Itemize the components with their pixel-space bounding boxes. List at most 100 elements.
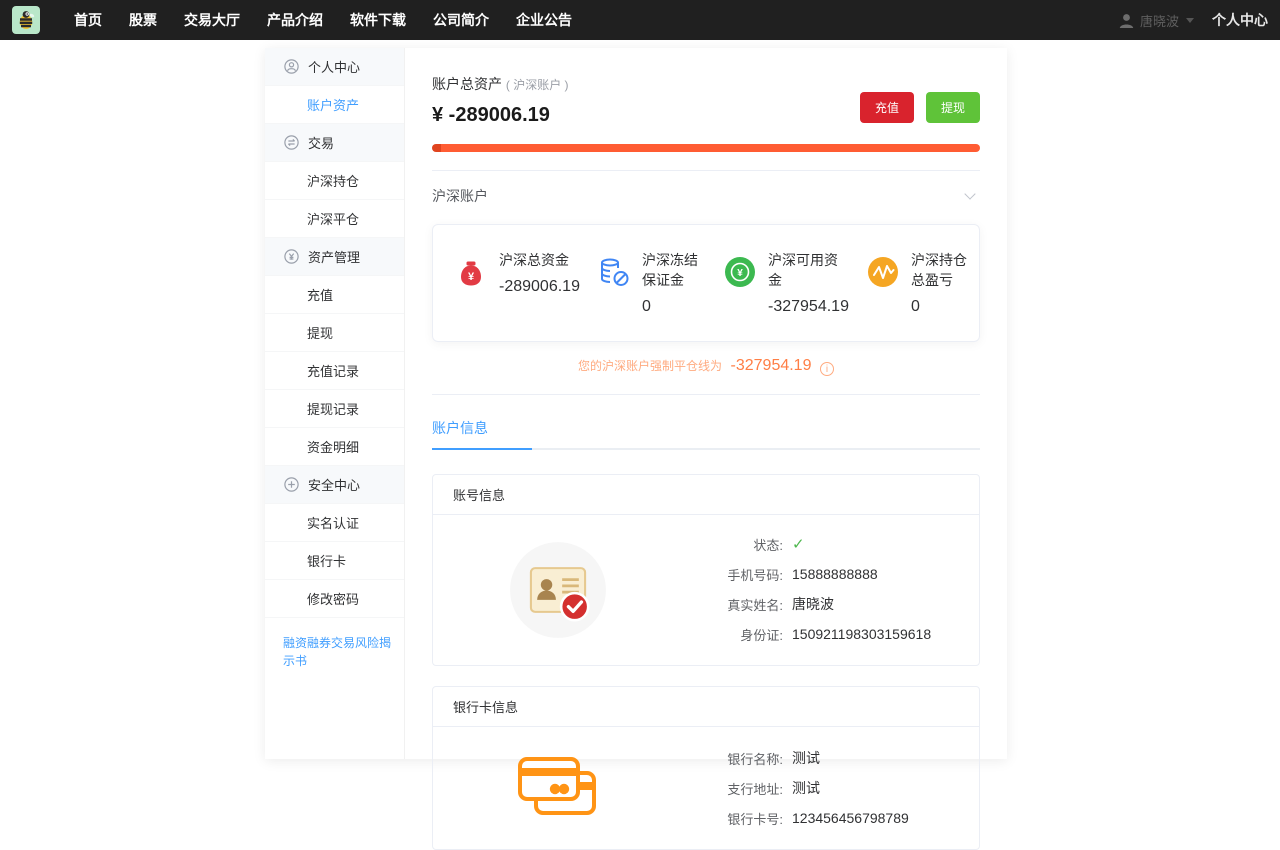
field-status: 状态: ✓ xyxy=(683,529,979,559)
sidebar-item-bank-card[interactable]: 银行卡 xyxy=(265,542,404,580)
field-value: 15888888888 xyxy=(792,566,878,582)
nav-item-personal-center[interactable]: 个人中心 xyxy=(1212,10,1268,30)
sidebar-section-asset-management[interactable]: 资产管理 xyxy=(265,238,404,276)
field-value: 123456456798789 xyxy=(792,810,909,826)
field-value: 测试 xyxy=(792,748,820,768)
field-value: 测试 xyxy=(792,778,820,798)
security-icon xyxy=(284,477,299,492)
stat-label: 沪深可用资金 xyxy=(768,250,849,290)
main-content: 账户总资产 ( 沪深账户 ) ¥ -289006.19 充值 提现 沪深账户 ¥ xyxy=(405,48,1007,759)
account-header: 账户总资产 ( 沪深账户 ) ¥ -289006.19 充值 提现 xyxy=(432,48,980,127)
field-bank-name: 银行名称: 测试 xyxy=(683,743,979,773)
sidebar-item-hs-closed[interactable]: 沪深平仓 xyxy=(265,200,404,238)
stat-available-funds: ¥ 沪深可用资金 -327954.19 xyxy=(706,250,849,316)
margin-risk-disclosure-link[interactable]: 融资融券交易风险揭示书 xyxy=(283,634,394,670)
sidebar-section-personal-center[interactable]: 个人中心 xyxy=(265,48,404,86)
withdraw-button[interactable]: 提现 xyxy=(926,92,980,123)
hs-account-header[interactable]: 沪深账户 xyxy=(432,186,980,206)
nav-item-products[interactable]: 产品介绍 xyxy=(267,10,323,30)
sidebar-section-security-center[interactable]: 安全中心 xyxy=(265,466,404,504)
field-real-name: 真实姓名: 唐晓波 xyxy=(683,589,979,619)
nav-item-company[interactable]: 公司简介 xyxy=(433,10,489,30)
field-label: 银行名称: xyxy=(683,749,783,768)
bee-logo-icon[interactable] xyxy=(12,6,40,34)
total-assets-amount: ¥ -289006.19 xyxy=(432,104,569,127)
stat-value: -327954.19 xyxy=(768,298,849,316)
field-value: 唐晓波 xyxy=(792,594,834,614)
sidebar-item-recharge[interactable]: 充值 xyxy=(265,276,404,314)
sidebar-item-real-name-auth[interactable]: 实名认证 xyxy=(265,504,404,542)
sidebar: 个人中心 账户资产 交易 沪深持仓 沪深平仓 资产管理 充值 提现 xyxy=(265,48,405,759)
sidebar-item-recharge-records[interactable]: 充值记录 xyxy=(265,352,404,390)
divider xyxy=(432,394,980,395)
stat-value: 0 xyxy=(642,298,706,316)
nav-item-stocks[interactable]: 股票 xyxy=(129,10,157,30)
nav-item-home[interactable]: 首页 xyxy=(74,10,102,30)
field-card-number: 银行卡号: 123456456798789 xyxy=(683,803,979,833)
avatar-icon xyxy=(1118,12,1135,29)
nav-item-trading-hall[interactable]: 交易大厅 xyxy=(184,10,240,30)
money-bag-icon: ¥ xyxy=(453,254,489,290)
divider xyxy=(432,170,980,171)
sidebar-section-label: 个人中心 xyxy=(308,57,360,76)
account-info-card: 账号信息 xyxy=(432,474,980,666)
stat-label: 沪深总资金 xyxy=(499,250,580,270)
tab-account-info[interactable]: 账户信息 xyxy=(432,418,492,448)
hs-stats-card: ¥ 沪深总资金 -289006.19 沪深冻结保证金 xyxy=(432,224,980,342)
hs-account-title: 沪深账户 xyxy=(432,186,488,206)
bank-card-info-title: 银行卡信息 xyxy=(433,687,979,727)
nav-item-downloads[interactable]: 软件下载 xyxy=(350,10,406,30)
frozen-coins-icon xyxy=(596,254,632,290)
liquidation-notice-text: 您的沪深账户强制平仓线为 xyxy=(578,359,722,373)
field-label: 身份证: xyxy=(683,625,783,644)
sidebar-item-withdraw-records[interactable]: 提现记录 xyxy=(265,390,404,428)
bank-cards-icon xyxy=(512,752,604,824)
pnl-chart-icon xyxy=(865,254,901,290)
sidebar-section-label: 交易 xyxy=(308,133,334,152)
asset-icon xyxy=(284,249,299,264)
sidebar-item-fund-details[interactable]: 资金明细 xyxy=(265,428,404,466)
main-menu: 首页 股票 交易大厅 产品介绍 软件下载 公司简介 企业公告 xyxy=(74,10,572,30)
caret-down-icon xyxy=(1186,18,1194,23)
tab-active-underline xyxy=(432,448,532,450)
field-branch-address: 支行地址: 测试 xyxy=(683,773,979,803)
trade-icon xyxy=(284,135,299,150)
tab-bar: 账户信息 xyxy=(432,418,980,450)
chevron-down-icon[interactable] xyxy=(964,188,975,199)
liquidation-notice-value: -327954.19 xyxy=(731,357,812,374)
sidebar-section-trade[interactable]: 交易 xyxy=(265,124,404,162)
stat-label: 沪深冻结保证金 xyxy=(642,250,706,290)
bank-card-info-card: 银行卡信息 银行名称: 测试 xyxy=(432,686,980,850)
liquidation-notice: 您的沪深账户强制平仓线为 -327954.19 i xyxy=(432,357,980,376)
stat-label: 沪深持仓总盈亏 xyxy=(911,250,975,290)
username-label: 唐晓波 xyxy=(1140,11,1179,30)
sidebar-item-account-assets[interactable]: 账户资产 xyxy=(265,86,404,124)
info-icon[interactable]: i xyxy=(820,362,834,376)
sidebar-item-change-password[interactable]: 修改密码 xyxy=(265,580,404,618)
field-label: 手机号码: xyxy=(683,565,783,584)
field-id-number: 身份证: 150921198303159618 xyxy=(683,619,979,649)
nav-item-announcements[interactable]: 企业公告 xyxy=(516,10,572,30)
stat-frozen-margin: 沪深冻结保证金 0 xyxy=(580,250,706,316)
total-assets-subtitle: ( 沪深账户 ) xyxy=(506,78,569,92)
field-label: 真实姓名: xyxy=(683,595,783,614)
stat-total-pnl: 沪深持仓总盈亏 0 xyxy=(849,250,975,316)
sidebar-item-withdraw[interactable]: 提现 xyxy=(265,314,404,352)
id-card-verified-icon xyxy=(508,540,608,640)
field-value: 150921198303159618 xyxy=(792,626,931,642)
user-icon xyxy=(284,59,299,74)
recharge-button[interactable]: 充值 xyxy=(860,92,914,123)
status-check-icon: ✓ xyxy=(792,535,805,553)
field-label: 银行卡号: xyxy=(683,809,783,828)
field-phone: 手机号码: 15888888888 xyxy=(683,559,979,589)
navbar-right: 唐晓波 个人中心 xyxy=(1118,10,1268,30)
content-panel: 个人中心 账户资产 交易 沪深持仓 沪深平仓 资产管理 充值 提现 xyxy=(265,48,1007,759)
stat-value: -289006.19 xyxy=(499,278,580,296)
user-dropdown[interactable]: 唐晓波 xyxy=(1118,11,1194,30)
field-label: 支行地址: xyxy=(683,779,783,798)
sidebar-item-hs-positions[interactable]: 沪深持仓 xyxy=(265,162,404,200)
total-assets-title: 账户总资产 ( 沪深账户 ) xyxy=(432,74,569,94)
sidebar-section-label: 资产管理 xyxy=(308,247,360,266)
account-info-card-title: 账号信息 xyxy=(433,475,979,515)
bee-icon xyxy=(15,9,37,31)
